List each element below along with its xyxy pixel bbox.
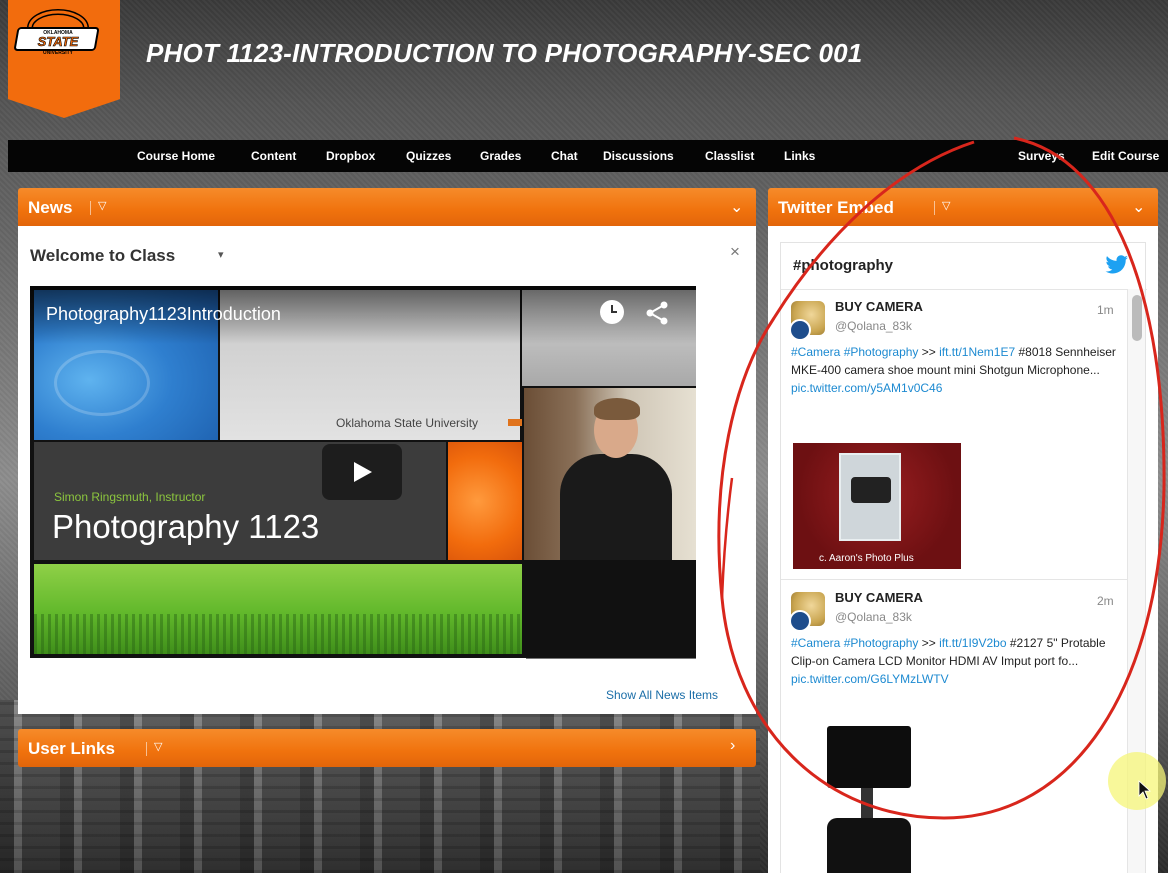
tweet-link[interactable]: ift.tt/1Nem1E7 bbox=[939, 345, 1015, 359]
lcd-monitor-graphic bbox=[827, 726, 911, 788]
tweet-author-name[interactable]: BUY CAMERA bbox=[835, 299, 923, 314]
course-title: PHOT 1123-INTRODUCTION TO PHOTOGRAPHY-SE… bbox=[146, 38, 863, 68]
nav-edit-course[interactable]: Edit Course bbox=[1092, 149, 1159, 163]
nav-surveys[interactable]: Surveys bbox=[1018, 149, 1065, 163]
tweet-arrow: >> bbox=[921, 636, 936, 650]
video-course-name: Photography 1123 bbox=[52, 508, 320, 545]
tweet-hashtags[interactable]: #Camera #Photography bbox=[791, 636, 918, 650]
nav-dropbox[interactable]: Dropbox bbox=[326, 149, 375, 163]
osu-logo: OKLAHOMA STATE UNIVERSITY bbox=[14, 9, 100, 56]
nav-classlist[interactable]: Classlist bbox=[705, 149, 754, 163]
user-links-widget-title: User Links bbox=[28, 739, 115, 758]
header: OKLAHOMA STATE UNIVERSITY PHOT 1123-INTR… bbox=[0, 0, 1168, 138]
orange-accent-bar bbox=[508, 419, 522, 426]
twitter-widget-title: Twitter Embed bbox=[778, 198, 894, 217]
news-widget-header[interactable]: News ▽ ⌄ bbox=[18, 188, 756, 226]
news-widget-body: Welcome to Class ▾ × Oklahoma State Univ… bbox=[18, 226, 756, 714]
news-item-title[interactable]: Welcome to Class bbox=[30, 246, 175, 266]
course-navbar: Course Home Content Dropbox Quizzes Grad… bbox=[8, 140, 1168, 172]
twitter-widget-body: #photography BUY CAMERA @Qolana_83k 1m #… bbox=[768, 226, 1158, 873]
collapse-chevron-icon[interactable]: ⌄ bbox=[730, 197, 743, 217]
dropdown-caret-icon[interactable]: ▾ bbox=[218, 248, 224, 261]
collapse-chevron-icon[interactable]: ⌄ bbox=[1132, 197, 1145, 217]
video-player[interactable]: Oklahoma State University Simon Ringsmut… bbox=[30, 286, 696, 658]
nav-links[interactable]: Links bbox=[784, 149, 815, 163]
tweet-hashtags[interactable]: #Camera #Photography bbox=[791, 345, 918, 359]
video-university-text: Oklahoma State University bbox=[336, 416, 479, 430]
tweet-pic-link[interactable]: pic.twitter.com/y5AM1v0C46 bbox=[791, 381, 942, 395]
logo-text-main: STATE bbox=[38, 34, 79, 49]
cursor-highlight bbox=[1108, 752, 1166, 810]
video-tile-grass bbox=[34, 564, 522, 654]
tweet-author-handle[interactable]: @Qolana_83k bbox=[835, 610, 912, 624]
news-widget-title: News bbox=[28, 198, 73, 217]
tweet-text: #Camera #Photography >> ift.tt/1I9V2bo #… bbox=[791, 634, 1121, 688]
divider bbox=[934, 201, 935, 215]
video-title[interactable]: Photography1123Introduction bbox=[46, 304, 281, 325]
nav-content[interactable]: Content bbox=[251, 149, 296, 163]
tweet-timestamp[interactable]: 2m bbox=[1097, 594, 1114, 608]
close-icon[interactable]: × bbox=[730, 242, 740, 262]
widget-menu-triangle-icon[interactable]: ▽ bbox=[942, 199, 950, 212]
tweet-author-handle[interactable]: @Qolana_83k bbox=[835, 319, 912, 333]
page: OKLAHOMA STATE UNIVERSITY PHOT 1123-INTR… bbox=[0, 0, 1168, 873]
nav-grades[interactable]: Grades bbox=[480, 149, 521, 163]
widget-menu-triangle-icon[interactable]: ▽ bbox=[98, 199, 106, 212]
nav-course-home[interactable]: Course Home bbox=[137, 149, 215, 163]
video-instructor-text: Simon Ringsmuth, Instructor bbox=[54, 490, 206, 504]
tweet-image-monitor[interactable] bbox=[821, 726, 917, 873]
monitor-mount-graphic bbox=[861, 788, 873, 818]
tweet-author-name[interactable]: BUY CAMERA bbox=[835, 590, 923, 605]
tweet-timestamp[interactable]: 1m bbox=[1097, 303, 1114, 317]
watch-later-clock-icon[interactable] bbox=[600, 300, 624, 324]
tweet-arrow: >> bbox=[921, 345, 936, 359]
instructor-video-frame bbox=[524, 388, 696, 560]
microphone-graphic bbox=[851, 477, 891, 503]
video-tile-orange bbox=[448, 442, 522, 560]
widget-menu-triangle-icon[interactable]: ▽ bbox=[154, 740, 162, 753]
twitter-hashtag[interactable]: #photography bbox=[793, 257, 893, 274]
background-building bbox=[0, 700, 760, 873]
avatar[interactable] bbox=[789, 301, 825, 341]
twitter-timeline: #photography BUY CAMERA @Qolana_83k 1m #… bbox=[780, 242, 1147, 873]
user-links-widget-header[interactable]: User Links ▽ › bbox=[18, 729, 756, 767]
scrollbar-thumb[interactable] bbox=[1132, 295, 1142, 341]
nav-chat[interactable]: Chat bbox=[551, 149, 578, 163]
image-caption: c. Aaron's Photo Plus bbox=[819, 553, 914, 564]
divider bbox=[146, 742, 147, 756]
tweet-link[interactable]: ift.tt/1I9V2bo bbox=[939, 636, 1006, 650]
show-all-news-link[interactable]: Show All News Items bbox=[606, 688, 718, 702]
tweet-pic-link[interactable]: pic.twitter.com/G6LYMzLWTV bbox=[791, 672, 949, 686]
expand-chevron-icon[interactable]: › bbox=[730, 737, 735, 755]
play-button[interactable] bbox=[322, 444, 402, 500]
twitter-bird-icon[interactable] bbox=[1105, 255, 1129, 275]
nav-discussions[interactable]: Discussions bbox=[603, 149, 674, 163]
avatar[interactable] bbox=[789, 592, 825, 632]
divider bbox=[90, 201, 91, 215]
twitter-widget-header[interactable]: Twitter Embed ▽ ⌄ bbox=[768, 188, 1158, 226]
tweet-1[interactable]: BUY CAMERA @Qolana_83k 1m #Camera #Photo… bbox=[781, 289, 1127, 579]
mouse-pointer-icon bbox=[1138, 780, 1152, 800]
share-icon[interactable] bbox=[644, 300, 670, 326]
nav-quizzes[interactable]: Quizzes bbox=[406, 149, 451, 163]
person-hair bbox=[594, 398, 640, 420]
tweet-text: #Camera #Photography >> ift.tt/1Nem1E7 #… bbox=[791, 343, 1121, 397]
person-torso bbox=[560, 454, 672, 560]
logo-text-bottom: UNIVERSITY bbox=[43, 50, 74, 56]
tweet-2[interactable]: BUY CAMERA @Qolana_83k 2m #Camera #Photo… bbox=[781, 580, 1127, 873]
tweet-image-microphone[interactable]: c. Aaron's Photo Plus bbox=[793, 443, 961, 569]
camera-graphic bbox=[827, 818, 911, 873]
divider bbox=[526, 658, 696, 659]
